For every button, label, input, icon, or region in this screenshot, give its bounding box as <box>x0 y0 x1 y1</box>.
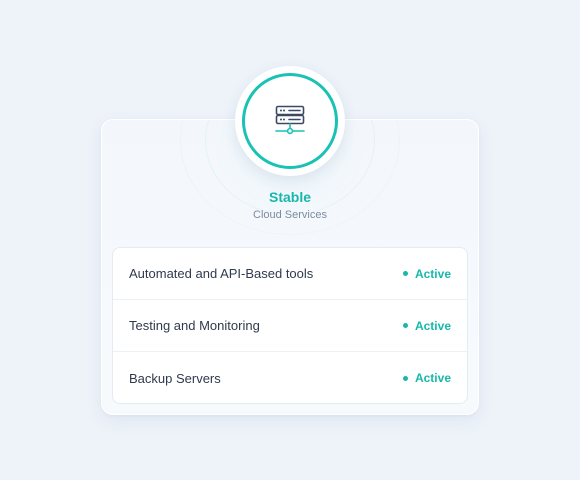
feature-list: Automated and API-Based tools Active Tes… <box>112 247 468 404</box>
status-text: Active <box>414 371 451 385</box>
status-dot-icon <box>402 375 408 381</box>
status-dot-icon <box>402 271 408 276</box>
feature-label: Testing and Monitoring <box>129 318 260 333</box>
list-item[interactable]: Automated and API-Based tools Active <box>113 248 467 300</box>
status-text: Active <box>414 266 451 281</box>
service-icon-ring <box>242 73 338 169</box>
list-item[interactable]: Testing and Monitoring Active <box>113 300 467 352</box>
feature-label: Backup Servers <box>129 370 221 386</box>
status-badge: Active <box>402 371 451 385</box>
status-badge: Active <box>402 266 451 281</box>
service-subtitle: Cloud Services <box>253 209 327 221</box>
service-title: Stable <box>268 189 311 205</box>
feature-label: Automated and API-Based tools <box>129 266 314 281</box>
status-badge: Active <box>402 318 451 333</box>
status-dot-icon <box>402 323 408 328</box>
list-item[interactable]: Backup Servers Active <box>113 352 467 403</box>
service-icon-badge <box>235 66 345 176</box>
status-text: Active <box>414 318 451 333</box>
server-network-icon <box>275 105 305 135</box>
